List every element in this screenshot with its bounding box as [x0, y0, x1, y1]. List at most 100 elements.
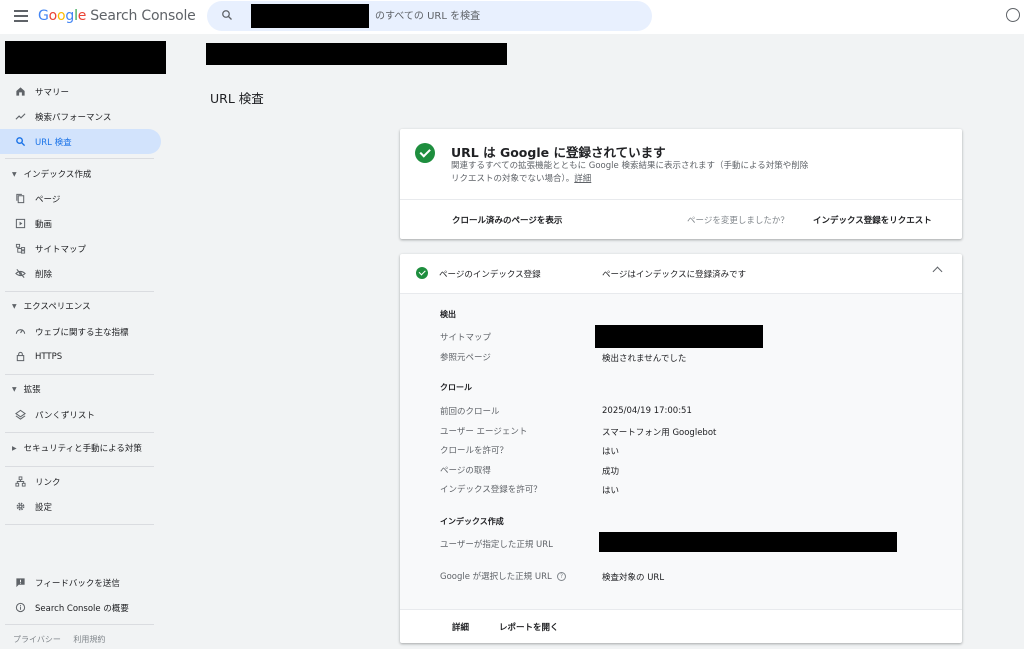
- sidebar-item-label: サイトマップ: [35, 244, 87, 255]
- sidebar-item-label: ウェブに関する主な指標: [35, 327, 129, 338]
- sidebar-item-breadcrumbs[interactable]: パンくずリスト: [0, 402, 161, 427]
- sidebar-item-https[interactable]: HTTPS: [0, 344, 161, 369]
- privacy-link[interactable]: プライバシー: [13, 635, 61, 644]
- sidebar-item-summary[interactable]: サマリー: [0, 79, 161, 104]
- sidebar-item-video[interactable]: 動画: [0, 211, 161, 236]
- sidebar-divider: [5, 624, 154, 625]
- redacted-user-canonical-value: [599, 532, 897, 552]
- section-toggle-indexing[interactable]: ▼ インデックス作成: [0, 163, 161, 185]
- indexing-allowed-value: はい: [602, 486, 620, 496]
- section-toggle-experience[interactable]: ▼ エクスペリエンス: [0, 295, 161, 317]
- google-canonical-label: Google が選択した正規 URL: [440, 572, 552, 582]
- sitemap-label: サイトマップ: [440, 333, 492, 343]
- page-indexing-status: ページはインデックスに登録済みです: [602, 270, 747, 280]
- status-title: URL は Google に登録されています: [451, 145, 666, 160]
- info-icon: [15, 602, 26, 613]
- crawl-allowed-label: クロールを許可？: [440, 446, 509, 456]
- sidebar-item-label: Search Console の概要: [35, 603, 129, 614]
- sitemap-icon: [15, 243, 26, 254]
- page-title: URL 検査: [210, 91, 264, 106]
- sidebar: サマリー 検索パフォーマンス URL 検査 ▼ インデックス作成 ページ 動画 …: [0, 34, 166, 649]
- video-icon: [15, 218, 26, 229]
- url-inspect-search-bar[interactable]: [207, 1, 652, 31]
- request-indexing-button[interactable]: インデックス登録をリクエスト: [813, 214, 932, 226]
- page-indexing-heading[interactable]: ページのインデックス登録: [439, 268, 541, 280]
- menu-icon[interactable]: [12, 8, 30, 24]
- user-agent-label: ユーザー エージェント: [440, 427, 528, 437]
- sidebar-divider: [5, 374, 154, 375]
- sidebar-item-label: リンク: [35, 477, 61, 488]
- logo-letter: o: [48, 8, 58, 24]
- sidebar-item-pages[interactable]: ページ: [0, 186, 161, 211]
- sidebar-item-label: HTTPS: [35, 351, 63, 362]
- referring-page-value: 検出されませんでした: [602, 354, 687, 364]
- sidebar-item-feedback[interactable]: フィードバックを送信: [0, 570, 161, 595]
- sidebar-item-label: ページ: [35, 194, 61, 205]
- redacted-sitemap-value: [595, 325, 763, 348]
- help-icon[interactable]: ?: [557, 572, 566, 581]
- sidebar-item-label: 動画: [35, 219, 53, 230]
- indexing-group-title: インデックス作成: [440, 517, 504, 526]
- crawl-allowed-value: はい: [602, 447, 620, 457]
- search-icon: [16, 137, 26, 147]
- sidebar-item-settings[interactable]: 設定: [0, 494, 161, 519]
- section-title: 拡張: [23, 385, 41, 395]
- sidebar-item-label: 削除: [35, 269, 53, 280]
- search-input[interactable]: [375, 6, 635, 26]
- logo-letter: G: [38, 8, 49, 24]
- caret-down-icon: ▼: [12, 170, 17, 178]
- view-crawled-page-button[interactable]: クロール済みのページを表示: [452, 214, 562, 226]
- sidebar-divider: [5, 432, 154, 433]
- section-toggle-security[interactable]: ▶ セキュリティと手動による対策: [0, 437, 161, 459]
- sidebar-item-performance[interactable]: 検索パフォーマンス: [0, 104, 161, 129]
- eye-off-icon: [15, 269, 26, 278]
- top-app-bar: Google Search Console: [0, 0, 1024, 34]
- sidebar-item-links[interactable]: リンク: [0, 469, 161, 494]
- check-circle-icon: [416, 267, 428, 279]
- section-title: エクスペリエンス: [23, 302, 91, 312]
- sidebar-item-url-inspection[interactable]: URL 検査: [0, 129, 161, 154]
- sidebar-item-removals[interactable]: 削除: [0, 261, 161, 286]
- property-selector[interactable]: [5, 41, 166, 74]
- referring-page-label: 参照元ページ: [440, 353, 491, 363]
- open-report-button[interactable]: レポートを開く: [499, 621, 559, 633]
- page-fetch-label: ページの取得: [440, 466, 491, 476]
- section-toggle-enhancements[interactable]: ▼ 拡張: [0, 378, 161, 400]
- sidebar-divider: [5, 158, 154, 159]
- details-link[interactable]: 詳細: [574, 174, 591, 184]
- redacted-property-name: [251, 4, 369, 28]
- sidebar-item-core-web-vitals[interactable]: ウェブに関する主な指標: [0, 319, 161, 344]
- logo-letter: e: [77, 8, 87, 24]
- indexing-allowed-label: インデックス登録を許可？: [440, 485, 542, 495]
- redacted-inspected-url: [206, 43, 507, 65]
- page-fetch-value: 成功: [602, 467, 620, 477]
- product-logo[interactable]: Google Search Console: [38, 8, 196, 24]
- sidebar-item-about[interactable]: Search Console の概要: [0, 595, 161, 620]
- layers-icon: [15, 409, 26, 420]
- search-icon: [222, 10, 232, 20]
- terms-link[interactable]: 利用規約: [73, 635, 105, 644]
- last-crawl-value: 2025/04/19 17:00:51: [602, 406, 692, 416]
- logo-letter: g: [65, 8, 75, 24]
- logo-product-name: Search Console: [90, 8, 196, 24]
- pages-icon: [16, 193, 25, 204]
- sidebar-item-sitemaps[interactable]: サイトマップ: [0, 236, 161, 261]
- sidebar-item-label: 設定: [35, 502, 53, 513]
- discovery-group-title: 検出: [440, 310, 456, 319]
- section-title: インデックス作成: [23, 170, 92, 180]
- lock-icon: [16, 351, 25, 362]
- user-agent-value: スマートフォン用 Googlebot: [602, 428, 717, 438]
- sidebar-item-label: URL 検査: [35, 137, 72, 148]
- google-canonical-value: 検査対象の URL: [602, 573, 665, 583]
- sidebar-divider: [5, 291, 154, 292]
- page-changed-prompt: ページを変更しましたか？: [687, 216, 789, 226]
- caret-right-icon: ▶: [12, 444, 17, 452]
- sidebar-item-label: パンくずリスト: [35, 410, 95, 421]
- status-description: 関連するすべての拡張機能とともに Google 検索結果に表示されます（手動によ…: [451, 160, 811, 186]
- caret-down-icon: ▼: [12, 302, 17, 310]
- chevron-up-icon[interactable]: [932, 266, 943, 277]
- details-button[interactable]: 詳細: [452, 621, 469, 633]
- help-icon[interactable]: [1006, 8, 1020, 22]
- user-canonical-label: ユーザーが指定した正規 URL: [440, 540, 553, 550]
- last-crawl-label: 前回のクロール: [440, 407, 500, 417]
